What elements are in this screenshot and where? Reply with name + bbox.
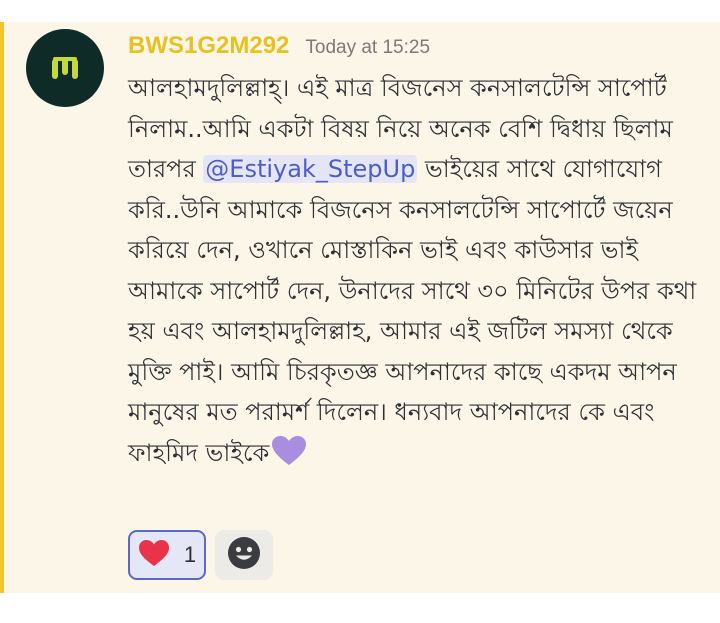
user-mention[interactable]: @Estiyak_StepUp [203, 155, 418, 183]
username[interactable]: BWS1G2M292 [128, 32, 289, 60]
timestamp: Today at 15:25 [305, 37, 431, 58]
avatar[interactable] [26, 29, 104, 107]
message-header: BWS1G2M292 Today at 15:25 [128, 32, 430, 60]
reaction-heart[interactable]: 1 [128, 530, 206, 580]
tally-logo-icon [52, 57, 78, 79]
highlight-accent-bar [0, 22, 4, 593]
reaction-count: 1 [183, 542, 197, 567]
message-text-continued: ভাইয়ের সাথে যোগাযোগ করি..উনি আমাকে বিজন… [128, 155, 697, 467]
add-reaction-button[interactable] [215, 530, 273, 580]
reactions-bar: 1 [128, 530, 273, 580]
heart-icon [138, 539, 170, 571]
smiley-add-reaction-icon [227, 536, 261, 574]
message-content: আলহামদুলিল্লাহ্। এই মাত্র বিজনেস কনসালটে… [128, 68, 714, 479]
purple-heart-icon [271, 435, 307, 480]
chat-message: BWS1G2M292 Today at 15:25 আলহামদুলিল্লাহ… [0, 22, 720, 593]
